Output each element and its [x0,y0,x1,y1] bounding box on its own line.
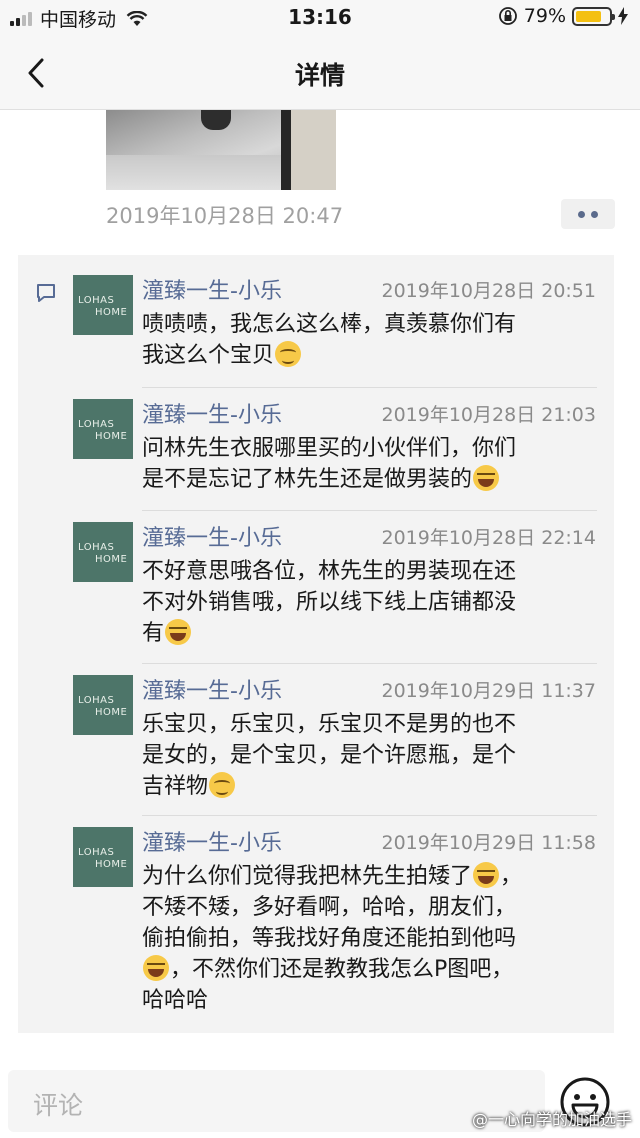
battery-icon [572,6,615,26]
comment-line-text: 吉祥物 [142,774,209,799]
comment-line: 啧啧啧，我怎么这么棒，真羡慕你们有 [142,309,598,340]
avatar-text: HOME [95,554,128,565]
avatar[interactable]: LOHAS HOME [73,522,133,582]
emoji-sticker-icon [143,955,169,981]
comment-line: ，不然你们还是教教我怎么P图吧， [142,954,598,985]
avatar[interactable]: LOHAS HOME [73,399,133,459]
emoji-sticker-icon [165,619,192,645]
emoji-sticker-icon [209,772,236,798]
avatar-text: LOHAS [78,695,115,706]
comment-text: 问林先生衣服哪里买的小伙伴们，你们 是不是忘记了林先生还是做男装的 [142,433,598,495]
comment-icon [37,284,55,302]
nav-bar: 详情 [0,36,640,110]
comment-text: 啧啧啧，我怎么这么棒，真羡慕你们有 我这么个宝贝 [142,309,598,371]
comment-line: 有 [142,618,598,649]
battery-percent: 79% [523,5,566,27]
status-bar: 中国移动 13:16 79% [0,0,640,36]
comment-line: 是女的，是个宝贝，是个许愿瓶，是个 [142,740,598,771]
comment-timestamp: 2019年10月28日 22:14 [381,527,596,549]
avatar-text: LOHAS [78,542,115,553]
emoji-sticker-icon [275,341,302,367]
avatar[interactable]: LOHAS HOME [73,675,133,735]
comment-line: 偷拍偷拍，等我找好角度还能拍到他吗 [142,923,598,954]
comment-divider [142,663,597,664]
comment-line-text: 不对外销售哦，所以线下线上店铺都没 [142,590,517,615]
avatar-text: LOHAS [78,419,115,430]
comment-line-text: 是女的，是个宝贝，是个许愿瓶，是个 [142,743,517,768]
comment-divider [142,815,597,816]
comment-line-text: 为什么你们觉得我把林先生拍矮了 [142,864,473,889]
comment-line-text: 哈哈哈 [142,988,209,1013]
comment-line-text: ，不然你们还是教教我怎么P图吧， [170,957,514,982]
post-image[interactable] [106,110,336,190]
comment-author[interactable]: 潼臻一生-小乐 [142,397,282,429]
comment-divider [142,510,597,511]
comment-line-text: 我这么个宝贝 [142,343,275,368]
comment-divider [142,387,597,388]
comment-text: 乐宝贝，乐宝贝，乐宝贝不是男的也不 是女的，是个宝贝，是个许愿瓶，是个 吉祥物 [142,709,598,802]
comment-line: 我这么个宝贝 [142,340,598,371]
comment-line-text: 偷拍偷拍，等我找好角度还能拍到他吗 [142,926,517,951]
page-title: 详情 [294,61,345,90]
avatar-text: HOME [95,431,128,442]
comment-input[interactable]: 评论 [8,1070,545,1132]
comment-line: 是不是忘记了林先生还是做男装的 [142,464,598,495]
comment-text: 为什么你们觉得我把林先生拍矮了， 不矮不矮，多好看啊，哈哈，朋友们， 偷拍偷拍，等我… [142,861,598,1016]
avatar-text: HOME [95,707,128,718]
comment-line: 不矮不矮，多好看啊，哈哈，朋友们， [142,892,598,923]
comment-author[interactable]: 潼臻一生-小乐 [142,825,282,857]
comment-line-text: 问林先生衣服哪里买的小伙伴们，你们 [142,436,517,461]
avatar[interactable]: LOHAS HOME [73,827,133,887]
comment-line-text: 不矮不矮，多好看啊，哈哈，朋友们， [142,895,517,920]
more-actions-button[interactable] [561,199,615,229]
avatar-text: LOHAS [78,295,115,306]
comment-author[interactable]: 潼臻一生-小乐 [142,520,282,552]
comment-line: 为什么你们觉得我把林先生拍矮了， [142,862,523,889]
comment-timestamp: 2019年10月28日 20:51 [381,280,596,302]
comment-line-text: 有 [142,621,165,646]
charging-icon [618,7,628,25]
comment-line: 乐宝贝，乐宝贝，乐宝贝不是男的也不 [142,709,598,740]
emoji-sticker-icon [473,465,500,491]
comment-line: 吉祥物 [142,771,598,802]
comments-panel: LOHAS HOME 潼臻一生-小乐 2019年10月28日 20:51 啧啧啧，我怎么… [18,255,614,1033]
orientation-lock-icon [498,7,517,25]
comment-line: 不好意思哦各位，林先生的男装现在还 [142,556,598,587]
avatar-text: HOME [95,859,128,870]
comment-line: 问林先生衣服哪里买的小伙伴们，你们 [142,433,598,464]
comment-timestamp: 2019年10月29日 11:37 [381,680,596,702]
emoji-sticker-icon [473,862,500,888]
avatar-text: HOME [95,307,128,318]
comment-timestamp: 2019年10月29日 11:58 [381,832,596,854]
comment-line-text: 乐宝贝，乐宝贝，乐宝贝不是男的也不 [142,712,517,737]
comment-line-text: 啧啧啧，我怎么这么棒，真羡慕你们有 [142,312,517,337]
dot-icon [591,210,598,218]
comment-author[interactable]: 潼臻一生-小乐 [142,273,282,305]
watermark: @一心向学的加油选手 [471,1110,632,1129]
comment-author[interactable]: 潼臻一生-小乐 [142,673,282,705]
comment-line: 哈哈哈 [142,985,598,1016]
comment-line-text: 不好意思哦各位，林先生的男装现在还 [142,559,517,584]
comment-text: 不好意思哦各位，林先生的男装现在还 不对外销售哦，所以线下线上店铺都没有 [142,556,598,649]
comment-line-text: 是不是忘记了林先生还是做男装的 [142,467,473,492]
comment-line: 不对外销售哦，所以线下线上店铺都没 [142,587,598,618]
dot-icon [578,210,585,218]
comment-timestamp: 2019年10月28日 21:03 [381,404,596,426]
avatar-text: LOHAS [78,847,115,858]
post-timestamp: 2019年10月28日 20:47 [106,204,344,228]
avatar[interactable]: LOHAS HOME [73,275,133,335]
